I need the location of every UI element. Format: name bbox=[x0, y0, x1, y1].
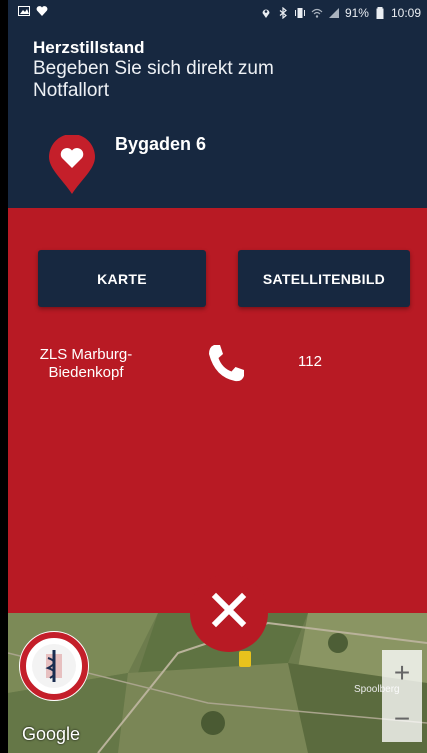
heart-location-pin-icon bbox=[49, 135, 95, 194]
alert-header: 91% 10:09 Herzstillstand Begeben Sie sic… bbox=[8, 0, 427, 208]
zoom-out-button[interactable]: − bbox=[382, 696, 422, 742]
map-button[interactable]: KARTE bbox=[38, 250, 206, 307]
satellite-button[interactable]: SATELLITENBILD bbox=[238, 250, 410, 307]
contact-number[interactable]: 112 bbox=[298, 353, 322, 370]
alert-title: Herzstillstand bbox=[33, 38, 145, 57]
zoom-in-button[interactable]: + bbox=[382, 650, 422, 696]
google-attribution: Google bbox=[22, 724, 81, 744]
action-panel: KARTE SATELLITENBILD ZLS Marburg-Biedenk… bbox=[8, 208, 427, 613]
status-bar: 91% 10:09 bbox=[8, 0, 427, 28]
phone-icon[interactable] bbox=[204, 341, 248, 385]
organization-logo bbox=[19, 631, 89, 701]
contact-name: ZLS Marburg-Biedenkopf bbox=[39, 346, 133, 381]
image-icon bbox=[18, 6, 30, 16]
battery-icon bbox=[376, 7, 384, 19]
zoom-controls: + − bbox=[382, 650, 422, 742]
bluetooth-icon bbox=[279, 7, 287, 19]
close-button[interactable] bbox=[190, 574, 268, 652]
app-screen: 91% 10:09 Herzstillstand Begeben Sie sic… bbox=[8, 0, 427, 753]
signal-icon bbox=[328, 8, 339, 18]
incident-address: Bygaden 6 bbox=[115, 134, 207, 154]
wifi-icon bbox=[311, 8, 323, 18]
battery-level: 91% bbox=[344, 6, 369, 20]
alert-instruction: Begeben Sie sich direkt zum Notfallort bbox=[33, 58, 274, 101]
location-icon bbox=[262, 9, 270, 18]
map-marker[interactable] bbox=[239, 651, 251, 667]
vibrate-icon bbox=[294, 8, 305, 18]
heart-icon bbox=[36, 6, 48, 16]
close-icon bbox=[211, 592, 247, 628]
clock: 10:09 bbox=[390, 6, 421, 20]
